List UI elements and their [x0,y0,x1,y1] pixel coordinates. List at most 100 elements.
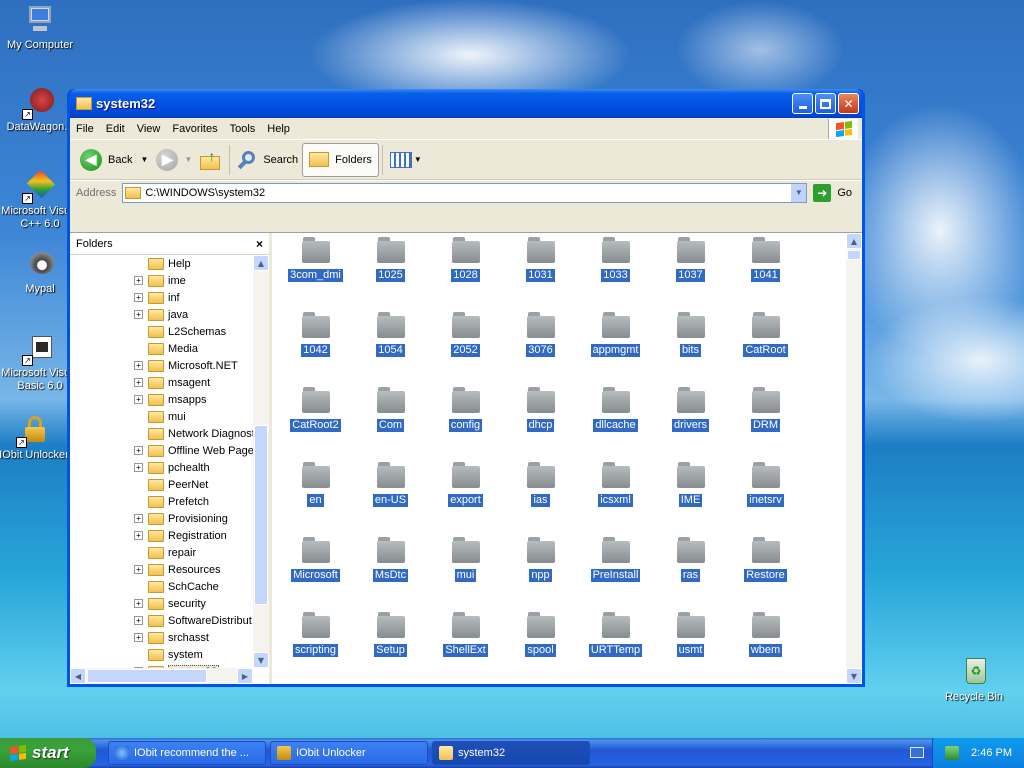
file-item[interactable]: Setup [353,610,428,684]
tree-item[interactable]: + Registration [70,527,256,544]
menu-view[interactable]: View [131,123,167,135]
tree-item[interactable]: + ime [70,272,256,289]
menu-help[interactable]: Help [261,123,296,135]
file-item[interactable]: ias [503,460,578,535]
file-item[interactable]: icsxml [578,460,653,535]
scroll-thumb[interactable] [87,669,207,683]
file-item[interactable]: usmt [653,610,728,684]
file-item[interactable]: 1033 [578,235,653,310]
expand-plus-icon[interactable]: + [134,633,143,642]
folder-tree-vertical-scrollbar[interactable]: ▲ ▼ [253,255,269,668]
expand-plus-icon[interactable]: + [134,514,143,523]
file-item[interactable]: scripting [278,610,353,684]
network-icon[interactable] [945,746,960,760]
file-item[interactable]: PreInstall [578,535,653,610]
taskbar-item-iobit-recommend[interactable]: IObit recommend the ... [108,741,266,765]
expand-plus-icon[interactable]: + [134,276,143,285]
tree-item[interactable]: + srchasst [70,629,256,646]
expand-plus-icon[interactable]: + [134,293,143,302]
tree-item[interactable]: + java [70,306,256,323]
minimize-button[interactable] [792,93,813,114]
scroll-down-button[interactable]: ▼ [846,668,862,684]
file-item[interactable]: DRM [728,385,803,460]
expand-plus-icon[interactable]: + [134,395,143,404]
file-item[interactable]: URTTemp [578,610,653,684]
scroll-right-button[interactable]: ▶ [237,668,253,684]
tree-item[interactable]: + Microsoft.NET [70,357,256,374]
desktop-icon-my-computer[interactable]: My Computer [0,4,80,52]
file-item[interactable]: ShellExt [428,610,503,684]
tree-item[interactable]: + msagent [70,374,256,391]
up-folder-button[interactable]: ↑ [196,143,226,177]
expand-plus-icon[interactable]: + [134,531,143,540]
tree-item[interactable]: system [70,646,256,663]
clock[interactable]: 2:46 PM [971,747,1012,759]
file-item[interactable]: Com [353,385,428,460]
file-item[interactable]: mui [428,535,503,610]
taskbar-item-system32[interactable]: system32 [432,741,590,765]
address-dropdown-button[interactable]: ▼ [790,183,807,202]
expand-plus-icon[interactable]: + [134,463,143,472]
start-button[interactable]: start [0,738,96,768]
file-item[interactable]: 1042 [278,310,353,385]
file-item[interactable]: Microsoft [278,535,353,610]
close-icon[interactable]: × [256,237,263,251]
tree-item[interactable]: repair [70,544,256,561]
search-button[interactable]: Search [233,143,302,177]
tree-item[interactable]: Help [70,255,256,272]
back-button[interactable]: ◀ Back ▼ [76,143,152,177]
scroll-left-button[interactable]: ◀ [70,668,86,684]
file-item[interactable]: appmgmt [578,310,653,385]
scroll-thumb[interactable] [254,425,268,605]
folders-button[interactable]: Folders [302,142,379,177]
file-item[interactable]: 1054 [353,310,428,385]
tree-item[interactable]: PeerNet [70,476,256,493]
expand-plus-icon[interactable]: + [134,616,143,625]
file-item[interactable]: ras [653,535,728,610]
file-item[interactable]: spool [503,610,578,684]
tree-item[interactable]: + SoftwareDistribut [70,612,256,629]
views-button[interactable]: ▼ [386,143,426,177]
tree-item[interactable]: Media [70,340,256,357]
forward-button[interactable]: ▶ ▼ [152,143,196,177]
file-item[interactable]: npp [503,535,578,610]
file-item[interactable]: 2052 [428,310,503,385]
tree-item[interactable]: + inf [70,289,256,306]
menu-edit[interactable]: Edit [100,123,131,135]
tree-item[interactable]: Prefetch [70,493,256,510]
file-item[interactable]: Restore [728,535,803,610]
file-item[interactable]: dllcache [578,385,653,460]
menu-favorites[interactable]: Favorites [166,123,223,135]
tree-item[interactable]: + msapps [70,391,256,408]
file-item[interactable]: 1028 [428,235,503,310]
expand-plus-icon[interactable]: + [134,361,143,370]
expand-plus-icon[interactable]: + [134,599,143,608]
expand-plus-icon[interactable]: + [134,378,143,387]
file-item[interactable]: 3com_dmi [278,235,353,310]
file-item[interactable]: wbem [728,610,803,684]
file-item[interactable]: en [278,460,353,535]
address-input[interactable]: C:\WINDOWS\system32 ▼ [122,182,808,203]
menu-file[interactable]: File [70,123,100,135]
file-item[interactable]: bits [653,310,728,385]
file-item[interactable]: 1025 [353,235,428,310]
folder-tree-horizontal-scrollbar[interactable]: ◀ ▶ [70,668,253,684]
expand-plus-icon[interactable]: + [134,446,143,455]
tree-item[interactable]: + Resources [70,561,256,578]
file-item[interactable]: config [428,385,503,460]
file-item[interactable]: 1041 [728,235,803,310]
taskbar-item-iobit-unlocker[interactable]: IObit Unlocker [270,741,428,765]
scroll-thumb[interactable] [847,250,861,260]
tree-item[interactable]: Network Diagnost [70,425,256,442]
title-bar[interactable]: system32 ✕ [70,89,862,118]
file-item[interactable]: 1037 [653,235,728,310]
file-item[interactable]: dhcp [503,385,578,460]
maximize-button[interactable] [815,93,836,114]
menu-tools[interactable]: Tools [224,123,262,135]
tree-item[interactable]: + Offline Web Page [70,442,256,459]
tree-item[interactable]: L2Schemas [70,323,256,340]
file-item[interactable]: IME [653,460,728,535]
tree-item[interactable]: SchCache [70,578,256,595]
file-item[interactable]: inetsrv [728,460,803,535]
file-item[interactable]: 1031 [503,235,578,310]
